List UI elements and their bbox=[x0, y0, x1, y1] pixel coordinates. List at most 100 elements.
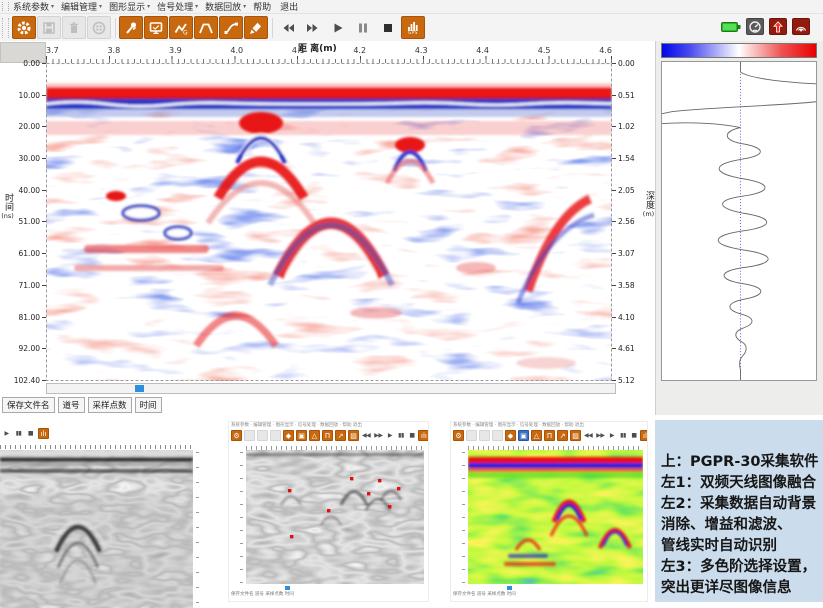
mini-toolbar-icon: ▣ bbox=[296, 430, 307, 441]
upload-button[interactable] bbox=[769, 18, 787, 35]
time-tick-label: 51.00 bbox=[19, 217, 40, 226]
mini-toolbar-icon bbox=[466, 430, 477, 441]
mini-toolbar-icon: ↗ bbox=[557, 430, 568, 441]
mini-toolbar-icon bbox=[492, 430, 503, 441]
mini-toolbar-icon: ▨ bbox=[348, 430, 359, 441]
pause-button[interactable] bbox=[351, 16, 375, 39]
mini-time-axis bbox=[229, 450, 245, 584]
gps-button[interactable]: GPS bbox=[401, 16, 425, 39]
mini-toolbar-icon: ◀◀ bbox=[583, 430, 593, 441]
gain-curve-button[interactable] bbox=[219, 16, 243, 39]
scrollbar-thumb[interactable] bbox=[135, 385, 144, 392]
time-tick: 51.00 bbox=[19, 217, 46, 226]
time-tick: 10.00 bbox=[19, 91, 46, 100]
rewind-button[interactable] bbox=[276, 16, 300, 39]
x-tick-label: 4.3 bbox=[415, 46, 428, 55]
mini-toolbar: ⚙◆▣△Π↗▨◀◀▶▶▶▮▮■ılı bbox=[451, 429, 647, 442]
menu-item[interactable]: 图形显示▾ bbox=[109, 0, 150, 13]
mini-toolbar-icon: ■ bbox=[629, 430, 638, 441]
time-tick: 81.00 bbox=[19, 313, 46, 322]
menu-item[interactable]: 帮助 bbox=[253, 0, 273, 13]
radar-waves-icon bbox=[794, 20, 808, 34]
delete-button[interactable] bbox=[62, 16, 86, 39]
tick-mark bbox=[612, 190, 616, 191]
pushpin-icon bbox=[123, 20, 139, 36]
menu-caret-icon: ▾ bbox=[195, 3, 198, 10]
menu-item[interactable]: 系统参数▾ bbox=[13, 0, 54, 13]
waveform-trace bbox=[661, 61, 817, 381]
distance-ruler: 距 离(m) 3.73.83.94.04.14.24.34.44.54.6 bbox=[46, 42, 612, 63]
menu-item-label: 退出 bbox=[280, 0, 298, 13]
menubar-grip bbox=[2, 2, 9, 11]
mini-toolbar-icon: ılı bbox=[38, 428, 49, 439]
depth-tick-label: 4.61 bbox=[618, 344, 635, 353]
system-indicators bbox=[721, 18, 811, 35]
settings-button[interactable] bbox=[12, 16, 36, 39]
caption-line: 上：PGPR-30采集软件 bbox=[661, 452, 820, 473]
mini-toolbar-icon bbox=[270, 430, 281, 441]
radargram-canvas[interactable] bbox=[46, 63, 612, 381]
tick-mark bbox=[612, 221, 616, 222]
mini-toolbar-icon: ▶▶ bbox=[373, 430, 383, 441]
time-tick: 92.00 bbox=[19, 344, 46, 353]
fast-forward-button[interactable] bbox=[301, 16, 325, 39]
gauge-button[interactable] bbox=[746, 18, 764, 35]
time-tick: 40.00 bbox=[19, 186, 46, 195]
window-button[interactable] bbox=[87, 16, 111, 39]
mini-radargram-color bbox=[468, 450, 643, 584]
color-scale-bar bbox=[661, 43, 817, 58]
radargram-panel: 距 离(m) 3.73.83.94.04.14.24.34.44.54.6 0.… bbox=[0, 41, 655, 415]
time-tick: 61.00 bbox=[19, 249, 46, 258]
toolbar-grip bbox=[2, 18, 9, 38]
mini-toolbar-icon bbox=[479, 430, 490, 441]
tick-mark bbox=[612, 317, 616, 318]
menu-caret-icon: ▾ bbox=[147, 3, 150, 10]
menu-item-label: 帮助 bbox=[253, 0, 271, 13]
depth-tick: 2.56 bbox=[612, 217, 635, 226]
menu-item-label: 系统参数 bbox=[13, 0, 49, 13]
menu-item-label: 图形显示 bbox=[109, 0, 145, 13]
menu-caret-icon: ▾ bbox=[99, 3, 102, 10]
gain-button[interactable]: G bbox=[169, 16, 193, 39]
play-icon bbox=[330, 20, 346, 36]
stop-button[interactable] bbox=[376, 16, 400, 39]
caption-line: 突出更详尽图像信息 bbox=[661, 578, 820, 599]
time-axis-title: 时间 (ns) bbox=[1, 193, 14, 222]
mini-ruler bbox=[0, 442, 193, 449]
status-field: 保存文件名 bbox=[2, 397, 55, 413]
trace-panel bbox=[655, 41, 823, 415]
thumbnail-auto-recognition: 系统参数 · 编辑管理 · 图形显示 · 信号处理 · 数据回放 · 帮助 退出… bbox=[228, 421, 429, 602]
display-button[interactable] bbox=[144, 16, 168, 39]
menu-item[interactable]: 数据回放▾ bbox=[205, 0, 246, 13]
fast-forward-icon bbox=[305, 20, 321, 36]
depth-tick-label: 2.05 bbox=[618, 186, 635, 195]
marker-pin-button[interactable] bbox=[119, 16, 143, 39]
menu-item[interactable]: 信号处理▾ bbox=[157, 0, 198, 13]
mini-toolbar-icon: ⚙ bbox=[231, 430, 242, 441]
mini-toolbar-icon: ▶▶ bbox=[595, 430, 605, 441]
status-bar: 保存文件名道号采样点数时间 bbox=[2, 397, 162, 413]
radar-button[interactable] bbox=[792, 18, 810, 35]
play-button[interactable] bbox=[326, 16, 350, 39]
menu-item[interactable]: 退出 bbox=[280, 0, 300, 13]
depth-tick: 3.07 bbox=[612, 249, 635, 258]
horizontal-scrollbar[interactable] bbox=[46, 383, 616, 394]
save-button[interactable] bbox=[37, 16, 61, 39]
trace-plot bbox=[662, 62, 816, 380]
mini-time-axis bbox=[451, 450, 467, 584]
thumbnail-dualband-fusion: ▶▮▮■ılı bbox=[0, 424, 208, 608]
mini-toolbar-icon: ılı bbox=[640, 430, 648, 441]
status-field: 采样点数 bbox=[88, 397, 132, 413]
tick-mark bbox=[612, 253, 616, 254]
filter-button[interactable] bbox=[194, 16, 218, 39]
depth-tick: 0.00 bbox=[612, 59, 635, 68]
depth-tick: 2.05 bbox=[612, 186, 635, 195]
mini-scrollbar bbox=[451, 585, 647, 591]
edit-clear-button[interactable] bbox=[244, 16, 268, 39]
battery-icon bbox=[721, 21, 742, 33]
rewind-icon bbox=[280, 20, 296, 36]
x-tick-label: 3.8 bbox=[107, 46, 120, 55]
menu-item[interactable]: 编辑管理▾ bbox=[61, 0, 102, 13]
time-tick-label: 10.00 bbox=[19, 91, 40, 100]
depth-axis: 0.000.511.021.542.052.563.073.584.104.61… bbox=[612, 63, 655, 381]
